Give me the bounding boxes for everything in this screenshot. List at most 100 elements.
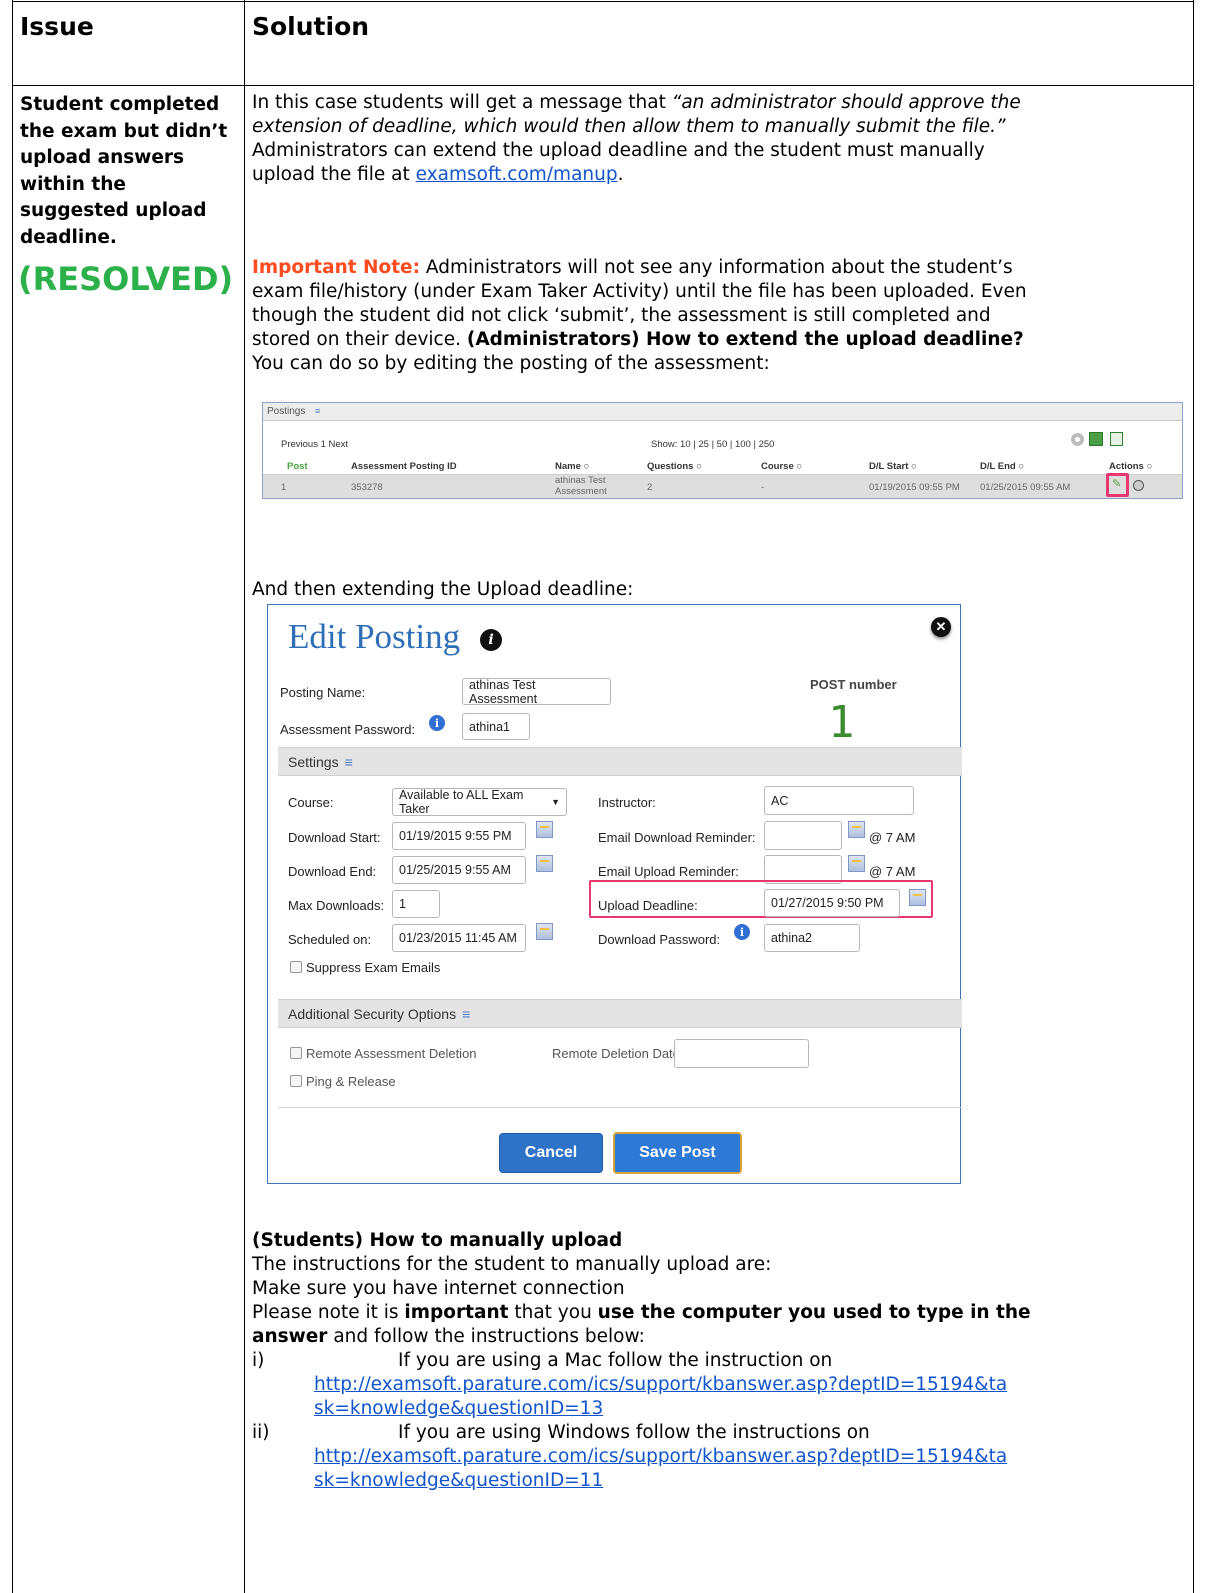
suppress-emails-label: Suppress Exam Emails	[306, 960, 441, 975]
windows-instructions-link[interactable]: sk=knowledge&questionID=11	[314, 1470, 603, 1491]
scheduled-on-field[interactable]: 01/23/2015 11:45 AM	[392, 924, 526, 952]
column-header-solution: Solution	[252, 12, 370, 41]
email-upload-reminder-label: Email Upload Reminder:	[598, 864, 739, 879]
windows-instructions-link[interactable]: http://examsoft.parature.com/ics/support…	[314, 1446, 1007, 1467]
post-number-label: POST number	[810, 677, 897, 692]
download-start-field[interactable]: 01/19/2015 9:55 PM	[392, 822, 526, 850]
collapse-icon[interactable]: ≡	[345, 754, 353, 770]
instructor-field[interactable]: AC	[764, 786, 914, 815]
info-icon[interactable]: i	[480, 629, 502, 651]
important-note: Important Note: Administrators will not …	[252, 257, 1027, 374]
delete-icon[interactable]	[1133, 480, 1144, 491]
students-instructions: (Students) How to manually upload The in…	[252, 1230, 1031, 1347]
ping-release-checkbox[interactable]	[290, 1075, 302, 1087]
table-cell: 01/25/2015 09:55 AM	[980, 482, 1071, 493]
upload-deadline-label: Upload Deadline:	[598, 898, 698, 913]
table-cell: 2	[647, 482, 653, 493]
mac-instructions-link[interactable]: sk=knowledge&questionID=13	[314, 1398, 603, 1419]
excel-icon[interactable]	[1110, 432, 1123, 446]
issue-line: suggested upload	[20, 200, 207, 222]
list-item-number: i)	[252, 1350, 265, 1371]
calendar-icon[interactable]	[536, 855, 553, 872]
remote-deletion-label: Remote Assessment Deletion	[306, 1046, 477, 1061]
collapse-icon[interactable]: ≡	[462, 1006, 470, 1022]
table-cell: 1	[281, 482, 287, 493]
download-reminder-time: @ 7 AM	[869, 830, 916, 845]
save-post-button[interactable]: Save Post	[613, 1132, 742, 1174]
column-header[interactable]: D/L Start ○	[869, 461, 917, 472]
password-info-icon[interactable]: i	[429, 715, 445, 731]
issue-line: upload answers	[20, 147, 185, 169]
resolved-status: (RESOLVED)	[18, 260, 234, 298]
download-end-label: Download End:	[288, 864, 377, 879]
list-item: i) If you are using a Mac follow the ins…	[252, 1350, 1008, 1419]
dialog-title: Edit Posting	[288, 617, 461, 656]
table-cell: -	[761, 482, 765, 493]
posting-name-label: Posting Name:	[280, 685, 366, 700]
table-right-border	[1193, 0, 1194, 1593]
calendar-icon[interactable]	[848, 821, 865, 838]
max-downloads-label: Max Downloads:	[288, 898, 385, 913]
manup-link[interactable]: examsoft.com/manup	[416, 164, 618, 185]
export-icon[interactable]	[1089, 432, 1103, 446]
table-cell: 01/19/2015 09:55 PM	[869, 482, 960, 493]
calendar-icon[interactable]	[536, 821, 553, 838]
download-password-label: Download Password:	[598, 932, 721, 947]
posting-name-field[interactable]: athinas Test Assessment	[462, 678, 611, 706]
list-item: ii) If you are using Windows follow the …	[252, 1422, 1008, 1491]
remote-deletion-date-field[interactable]	[674, 1039, 809, 1068]
settings-section-header[interactable]: Settings ≡	[278, 747, 962, 776]
calendar-icon[interactable]	[848, 855, 865, 872]
course-label: Course:	[288, 795, 334, 810]
email-download-reminder-field[interactable]	[764, 821, 842, 850]
download-end-field[interactable]: 01/25/2015 9:55 AM	[392, 856, 526, 884]
column-header[interactable]: Questions ○	[647, 461, 702, 472]
header-row-divider	[12, 85, 1194, 86]
issue-line: Student completed	[20, 94, 220, 115]
suppress-emails-checkbox[interactable]	[290, 961, 302, 973]
remote-deletion-date-label: Remote Deletion Date:	[552, 1046, 684, 1061]
calendar-icon[interactable]	[909, 889, 926, 906]
column-header[interactable]: Name ○	[555, 461, 589, 472]
settings-icon[interactable]	[1071, 433, 1084, 446]
issue-description: Student completed the exam but didn’t up…	[20, 92, 242, 252]
post-number: 1	[828, 697, 855, 748]
download-password-info-icon[interactable]: i	[734, 924, 750, 940]
page-size-selector[interactable]: Show: 10 | 25 | 50 | 100 | 250	[651, 439, 774, 450]
max-downloads-field[interactable]: 1	[392, 890, 440, 918]
column-header[interactable]: Actions ○	[1109, 461, 1152, 472]
ping-release-label: Ping & Release	[306, 1074, 396, 1089]
column-header[interactable]: D/L End ○	[980, 461, 1024, 472]
issue-line: the exam but didn’t	[20, 120, 228, 142]
close-icon[interactable]: ✕	[931, 617, 951, 637]
column-header[interactable]: Assessment Posting ID	[351, 461, 457, 472]
column-header-issue: Issue	[20, 12, 94, 41]
dialog-footer-divider	[278, 1107, 962, 1108]
security-section-header[interactable]: Additional Security Options ≡	[278, 999, 962, 1028]
scheduled-on-label: Scheduled on:	[288, 932, 372, 947]
chevron-down-icon: ▼	[551, 797, 560, 807]
column-header[interactable]: Post	[287, 461, 308, 472]
instructor-label: Instructor:	[598, 795, 656, 810]
download-start-label: Download Start:	[288, 830, 381, 845]
email-download-reminder-label: Email Download Reminder:	[598, 830, 756, 845]
pager[interactable]: Previous 1 Next	[281, 439, 348, 450]
remote-deletion-checkbox[interactable]	[290, 1047, 302, 1059]
table-cell: athinas Test	[555, 475, 606, 486]
table-left-border	[12, 0, 13, 1593]
download-password-field[interactable]: athina2	[764, 924, 860, 952]
mac-instructions-link[interactable]: http://examsoft.parature.com/ics/support…	[314, 1374, 1007, 1395]
then-caption: And then extending the Upload deadline:	[252, 579, 634, 600]
cancel-button[interactable]: Cancel	[499, 1133, 603, 1173]
assessment-password-label: Assessment Password:	[280, 722, 416, 737]
upload-deadline-field[interactable]: 01/27/2015 9:50 PM	[764, 889, 900, 917]
assessment-password-field[interactable]: athina1	[462, 713, 530, 740]
solution-intro: In this case students will get a message…	[252, 92, 1021, 185]
collapse-icon[interactable]: ≡	[315, 407, 325, 416]
column-header[interactable]: Course ○	[761, 461, 802, 472]
course-select[interactable]: Available to ALL Exam Taker ▼	[392, 788, 567, 816]
issue-line: deadline.	[20, 226, 117, 248]
calendar-icon[interactable]	[536, 923, 553, 940]
postings-title: Postings	[267, 406, 306, 417]
pencil-edit-icon[interactable]: ✎	[1112, 479, 1123, 490]
